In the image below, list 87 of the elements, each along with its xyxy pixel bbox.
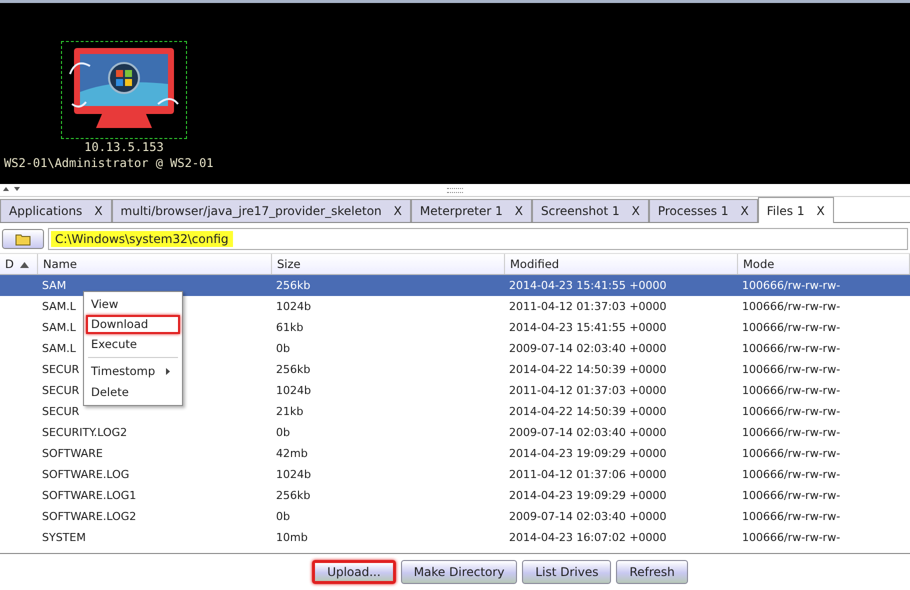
tab[interactable]: multi/browser/java_jre17_provider_skeleton <box>120 204 382 218</box>
table-cell[interactable]: 2009-07-14 02:03:40 +0000 <box>509 342 667 355</box>
action-button[interactable]: Upload... <box>312 560 396 584</box>
table-cell[interactable]: 2014-04-23 15:41:55 +0000 <box>509 279 667 292</box>
table-cell[interactable]: 256kb <box>276 279 310 292</box>
tab[interactable]: Meterpreter 1 <box>420 204 503 218</box>
column-header[interactable]: Size <box>272 254 505 274</box>
table-cell[interactable]: 100666/rw-rw-rw- <box>742 384 840 397</box>
tab[interactable]: Screenshot 1 <box>541 204 620 218</box>
table-cell[interactable]: 2014-04-23 19:09:29 +0000 <box>509 447 667 460</box>
folder-icon <box>15 232 31 246</box>
table-cell[interactable]: 2014-04-23 15:41:55 +0000 <box>509 321 667 334</box>
action-button[interactable]: Make Directory <box>400 560 518 584</box>
table-cell[interactable]: 42mb <box>276 447 308 460</box>
table-cell[interactable]: 100666/rw-rw-rw- <box>742 426 840 439</box>
host-account: WS2-01\Administrator @ WS2-01 <box>4 155 214 171</box>
collapse-arrows-icon[interactable] <box>3 186 21 192</box>
table-cell[interactable]: 2011-04-12 01:37:06 +0000 <box>509 468 667 481</box>
tab[interactable]: Applications <box>9 204 82 218</box>
table-cell[interactable]: 1024b <box>276 300 311 313</box>
table-cell[interactable]: 256kb <box>276 489 310 502</box>
table-cell[interactable]: 100666/rw-rw-rw- <box>742 279 840 292</box>
close-tab-button[interactable]: X <box>394 204 402 218</box>
table-cell[interactable]: 100666/rw-rw-rw- <box>742 405 840 418</box>
computer-icon[interactable] <box>61 41 187 139</box>
table-cell[interactable]: 1024b <box>276 384 311 397</box>
table-cell[interactable]: 100666/rw-rw-rw- <box>742 447 840 460</box>
column-header[interactable]: Mode <box>738 254 910 274</box>
table-cell[interactable]: 10mb <box>276 531 308 544</box>
host-address: 10.13.5.153 <box>84 139 164 155</box>
table-cell[interactable]: SAM <box>42 279 66 292</box>
table-cell[interactable]: 21kb <box>276 405 304 418</box>
splitter-handle[interactable] <box>447 188 463 192</box>
table-cell[interactable]: 1024b <box>276 468 311 481</box>
table-cell[interactable]: 2011-04-12 01:37:03 +0000 <box>509 384 667 397</box>
table-cell[interactable]: SYSTEM <box>42 531 86 544</box>
table-cell[interactable]: 2011-04-12 01:37:03 +0000 <box>509 300 667 313</box>
column-header[interactable]: D <box>0 254 38 274</box>
table-cell[interactable]: 100666/rw-rw-rw- <box>742 300 840 313</box>
table-cell[interactable]: 2014-04-23 16:07:02 +0000 <box>509 531 667 544</box>
close-tab-button[interactable]: X <box>632 204 640 218</box>
table-cell[interactable]: SECURITY.LOG2 <box>42 426 128 439</box>
folder-button[interactable] <box>2 229 44 249</box>
column-header[interactable]: Modified <box>505 254 738 274</box>
table-cell[interactable]: SOFTWARE.LOG2 <box>42 510 136 523</box>
menu-item[interactable]: View <box>86 295 180 314</box>
table-cell[interactable]: 0b <box>276 426 290 439</box>
table-cell[interactable]: SOFTWARE.LOG1 <box>42 489 136 502</box>
table-cell[interactable]: SECUR <box>42 384 80 397</box>
table-cell[interactable]: 0b <box>276 342 290 355</box>
menu-item[interactable]: Timestomp <box>86 362 160 381</box>
table-cell[interactable]: SOFTWARE <box>42 447 103 460</box>
submenu-arrow-icon <box>166 368 170 375</box>
table-cell[interactable]: 100666/rw-rw-rw- <box>742 321 840 334</box>
table-cell[interactable]: SECUR <box>42 363 80 376</box>
table-cell[interactable]: 2014-04-22 14:50:39 +0000 <box>509 363 667 376</box>
table-cell[interactable]: 100666/rw-rw-rw- <box>742 342 840 355</box>
table-cell[interactable]: SAM.L <box>42 300 76 313</box>
table-cell[interactable]: 256kb <box>276 363 310 376</box>
table-cell[interactable]: SAM.L <box>42 342 76 355</box>
table-cell[interactable]: 2014-04-22 14:50:39 +0000 <box>509 405 667 418</box>
path-field[interactable]: C:\Windows\system32\config <box>48 228 908 250</box>
tab[interactable]: Processes 1 <box>658 204 728 218</box>
table-cell[interactable]: 2009-07-14 02:03:40 +0000 <box>509 426 667 439</box>
table-cell[interactable]: 0b <box>276 510 290 523</box>
table-cell[interactable]: 100666/rw-rw-rw- <box>742 363 840 376</box>
table-cell[interactable]: 61kb <box>276 321 304 334</box>
menu-item[interactable]: Execute <box>86 335 180 354</box>
menu-item[interactable]: Download <box>86 315 180 334</box>
table-cell[interactable]: 2009-07-14 02:03:40 +0000 <box>509 510 667 523</box>
table-cell[interactable]: 2014-04-23 19:09:29 +0000 <box>509 489 667 502</box>
table-cell[interactable]: 100666/rw-rw-rw- <box>742 489 840 502</box>
close-tab-button[interactable]: X <box>94 204 103 218</box>
table-cell[interactable]: SAM.L <box>42 321 76 334</box>
table-cell[interactable]: 100666/rw-rw-rw- <box>742 510 840 523</box>
close-tab-button[interactable]: X <box>740 204 749 218</box>
close-tab-button[interactable]: X <box>514 204 524 218</box>
column-header[interactable]: Name <box>38 254 272 274</box>
close-tab-button[interactable]: X <box>816 204 825 218</box>
tab[interactable]: Files 1 <box>766 204 804 218</box>
action-button[interactable]: Refresh <box>616 560 688 584</box>
action-button[interactable]: List Drives <box>522 560 612 584</box>
table-cell[interactable]: 100666/rw-rw-rw- <box>742 468 840 481</box>
menu-item[interactable]: Delete <box>86 383 180 402</box>
table-cell[interactable]: SECUR <box>42 405 80 418</box>
table-cell[interactable]: SOFTWARE.LOG <box>42 468 130 481</box>
table-cell[interactable]: 100666/rw-rw-rw- <box>742 531 840 544</box>
